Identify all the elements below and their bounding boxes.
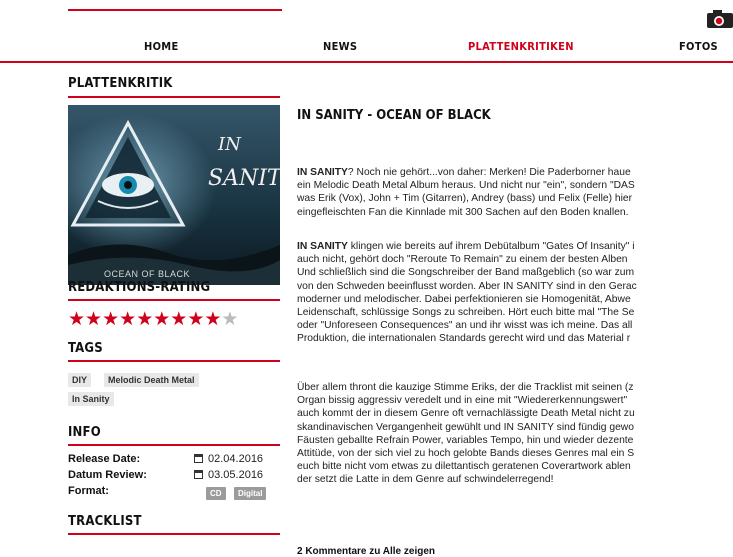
album-cover-image[interactable]: IN SANITY OCEAN OF BLACK [68, 105, 280, 285]
article-line-text: Leidenschaft, schlüssige Songs zu schrei… [297, 307, 635, 319]
article-line: oder "Unforeseen Consequences" an und ih… [297, 319, 733, 332]
article-line: was Erik (Vox), John + Tim (Gitarren), A… [297, 192, 733, 205]
article-line: auch nicht, gehört doch "Reroute To Rema… [297, 253, 733, 266]
article-line-text: euch bitte nicht vom etwas zu dilettanti… [297, 461, 631, 473]
release-date-value: 02.04.2016 [194, 453, 263, 465]
article-line-text: oder "Unforeseen Consequences" an und ih… [297, 320, 633, 332]
tag-melodic-death-metal[interactable]: Melodic Death Metal [104, 373, 199, 387]
article-line: Und schließlich sind die Songschreiber d… [297, 266, 733, 279]
article-line-text: auch kommt der in diesem Genre oft verna… [297, 408, 635, 420]
tracklist-rule [68, 533, 280, 535]
article-line: IN SANITY? Noch nie gehört...von daher: … [297, 166, 733, 179]
tags-heading: TAGS [68, 341, 103, 356]
main-nav: HOME NEWS PLATTENKRITIKEN FOTOS [0, 40, 733, 62]
format-badge-digital[interactable]: Digital [234, 487, 267, 500]
article-line: Produktion, die internationalen Standard… [297, 332, 733, 345]
article-line-text: skandinavischen Vergangenheit gewühlt un… [297, 421, 634, 433]
article-line: skandinavischen Vergangenheit gewühlt un… [297, 421, 733, 434]
article-line: IN SANITY klingen wie bereits auf ihrem … [297, 240, 733, 253]
article-line: Über allem thront die kauzige Stimme Eri… [297, 381, 733, 394]
rating-stars: ★★★★★★★★★★ [68, 310, 238, 329]
tag-diy[interactable]: DIY [68, 373, 92, 387]
star-icon: ★ [170, 309, 188, 330]
article-line: euch bitte nicht vom etwas zu dilettanti… [297, 460, 733, 473]
tracklist-heading: TRACKLIST [68, 514, 142, 529]
article-line: Fäusten geballte Refrain Power, variable… [297, 434, 733, 447]
star-icon: ★ [187, 309, 205, 330]
review-date-label: Datum Review: [68, 469, 147, 481]
article-line: der setzt die Latte in dem Genre auf sch… [297, 473, 733, 486]
calendar-icon [194, 470, 203, 479]
article-line-text: klingen wie bereits auf ihrem Debütalbum… [347, 241, 635, 252]
article-line-text: eingefleischten Fan die Kinnlade mit 300… [297, 206, 629, 218]
article-line-text: Organ bissig aggressiv veredelt und in e… [297, 395, 628, 407]
article-line-text: auch nicht, gehört doch "Reroute To Rema… [297, 254, 628, 266]
article-line: Leidenschaft, schlüssige Songs zu schrei… [297, 306, 733, 319]
article-line: moderner und melodischer. Dabei perfekti… [297, 293, 733, 306]
star-icon: ★ [204, 309, 222, 330]
article-paragraph-3: Über allem thront die kauzige Stimme Eri… [297, 381, 733, 487]
article-line: ein Melodic Death Metal Album heraus. Un… [297, 179, 733, 192]
article-line-text: Attitüde, von der sich viel zu hoch gelo… [297, 448, 635, 460]
article-paragraph-1: IN SANITY? Noch nie gehört...von daher: … [297, 166, 733, 219]
star-icon: ★ [85, 309, 103, 330]
nav-underline [0, 61, 733, 63]
format-badge-cd[interactable]: CD [206, 487, 226, 500]
star-icon: ★ [136, 309, 154, 330]
article-line-text: Und schließlich sind die Songschreiber d… [297, 267, 635, 279]
page-title: PLATTENKRITIK [68, 76, 173, 91]
star-icon: ★ [102, 309, 120, 330]
info-heading: INFO [68, 425, 101, 440]
article-line: Organ bissig aggressiv veredelt und in e… [297, 394, 733, 407]
tag-in-sanity[interactable]: In Sanity [68, 392, 114, 406]
article-line: von den Schweden beeinflusst worden. Abe… [297, 280, 733, 293]
cover-band-logo: IN [217, 134, 242, 155]
calendar-icon [194, 454, 203, 463]
page-title-rule [68, 96, 280, 98]
review-date-value: 03.05.2016 [194, 469, 263, 481]
nav-plattenkritiken[interactable]: PLATTENKRITIKEN [468, 40, 574, 53]
cover-band-logo: SANITY [208, 166, 280, 191]
star-icon: ★ [119, 309, 137, 330]
release-date-label: Release Date: [68, 453, 141, 465]
article-title: IN SANITY - OCEAN OF BLACK [297, 108, 491, 123]
rating-rule [68, 299, 280, 301]
cover-album-text: OCEAN OF BLACK [104, 269, 190, 279]
tags-rule [68, 360, 280, 362]
rating-heading: REDAKTIONS-RATING [68, 280, 211, 295]
format-label: Format: [68, 485, 109, 497]
band-name-bold: IN SANITY [297, 167, 348, 178]
article-line-text: der setzt die Latte in dem Genre auf sch… [297, 474, 554, 486]
article-line-text: von den Schweden beeinflusst worden. Abe… [297, 280, 637, 292]
star-icon: ★ [153, 309, 171, 330]
article-paragraph-2: IN SANITY klingen wie bereits auf ihrem … [297, 240, 733, 346]
info-rule [68, 444, 280, 446]
article-line-text: ein Melodic Death Metal Album heraus. Un… [297, 180, 635, 192]
nav-home[interactable]: HOME [144, 40, 179, 53]
nav-fotos[interactable]: FOTOS [679, 40, 718, 53]
camera-icon[interactable] [705, 8, 733, 28]
top-accent-line [68, 9, 282, 11]
star-icon: ★ [221, 309, 239, 330]
article-line: eingefleischten Fan die Kinnlade mit 300… [297, 206, 733, 219]
article-line-text: moderner und melodischer. Dabei perfekti… [297, 293, 631, 305]
star-icon: ★ [68, 309, 86, 330]
band-name-bold: IN SANITY [297, 241, 348, 252]
article-line: auch kommt der in diesem Genre oft verna… [297, 407, 733, 420]
article-line-text: Über allem thront die kauzige Stimme Eri… [297, 382, 634, 393]
article-line: Attitüde, von der sich viel zu hoch gelo… [297, 447, 733, 460]
comments-link[interactable]: 2 Kommentare zu Alle zeigen [297, 546, 435, 557]
nav-news[interactable]: NEWS [323, 40, 357, 53]
article-line-text: ? Noch nie gehört...von daher: Merken! D… [347, 167, 631, 178]
article-line-text: Produktion, die internationalen Standard… [297, 333, 631, 345]
article-line-text: was Erik (Vox), John + Tim (Gitarren), A… [297, 193, 633, 205]
article-line-text: Fäusten geballte Refrain Power, variable… [297, 434, 634, 446]
